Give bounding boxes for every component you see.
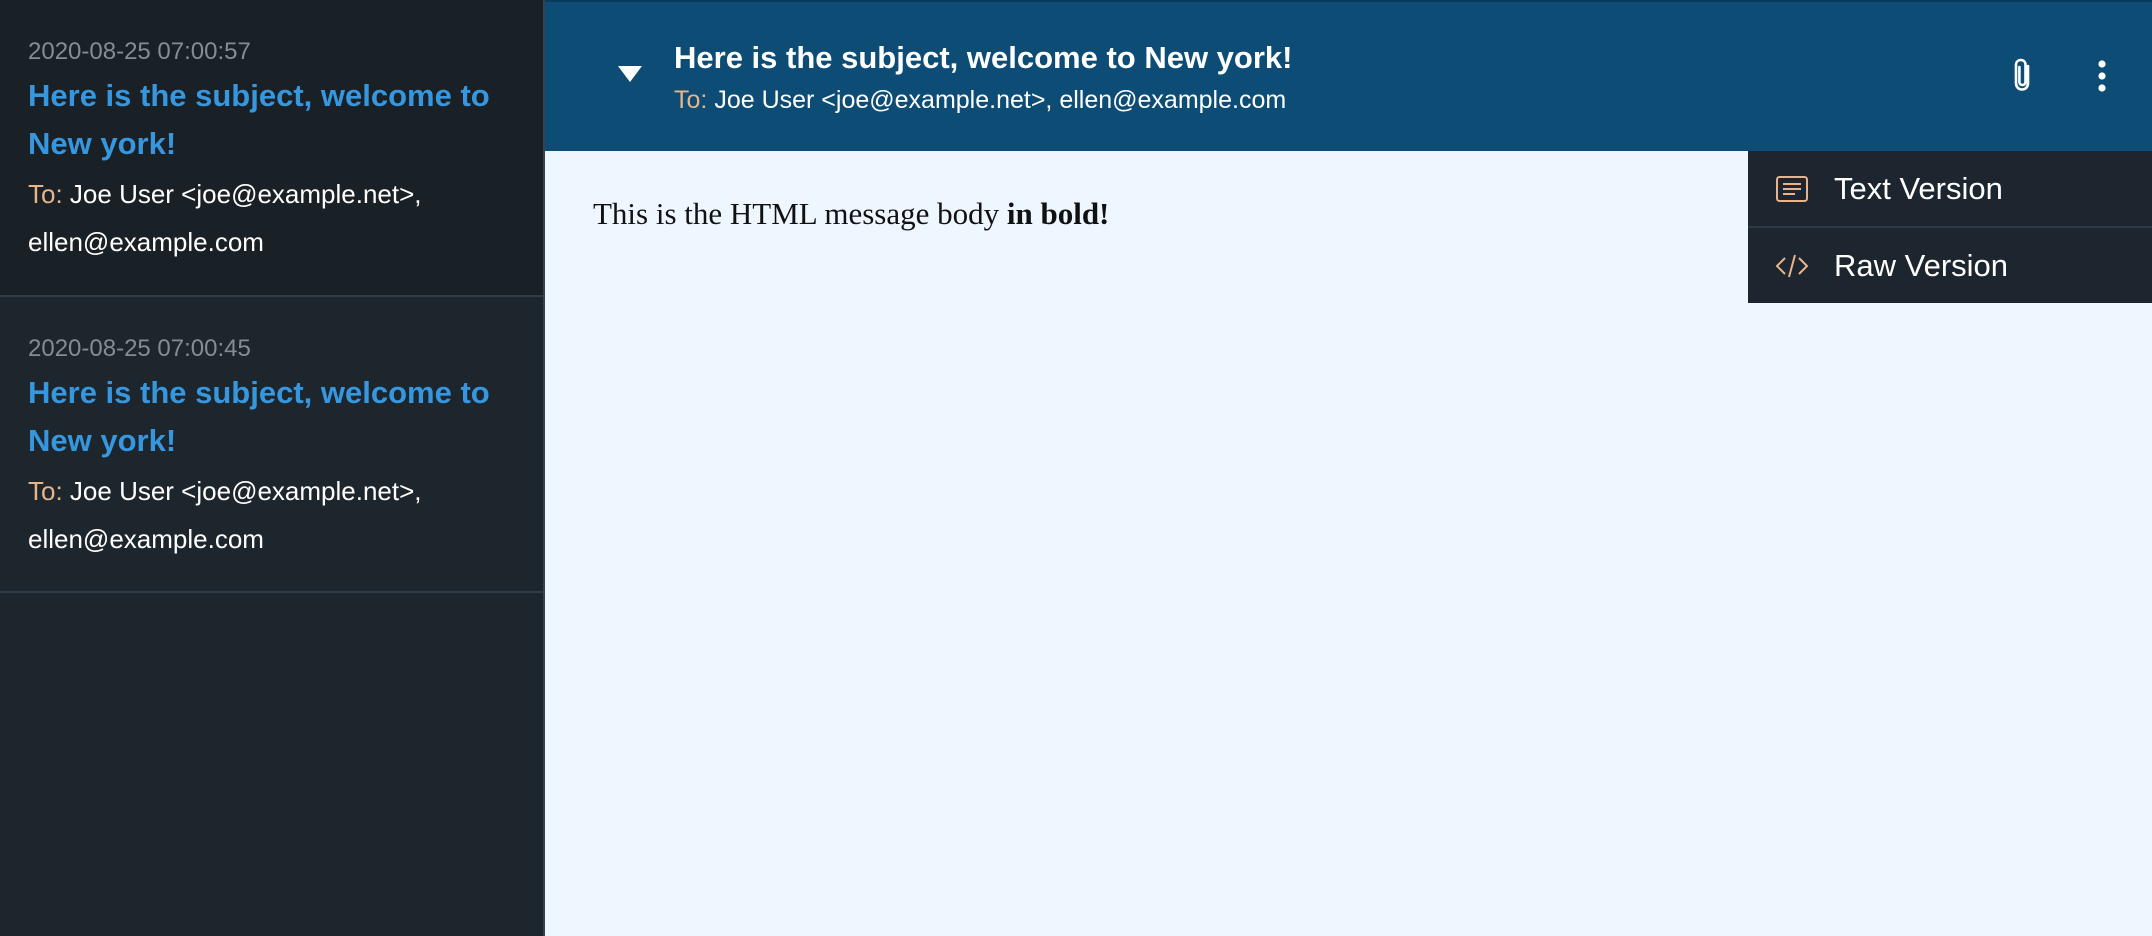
triangle-down-icon[interactable] — [617, 64, 643, 84]
message-header: Here is the subject, welcome to New york… — [545, 0, 2152, 151]
vertical-dots-icon[interactable] — [2090, 58, 2114, 94]
recipient-list: Joe User <joe@example.net>, ellen@exampl… — [28, 179, 422, 257]
to-label: To: — [674, 86, 708, 114]
mail-app: 2020-08-25 07:00:57 Here is the subject,… — [0, 0, 2152, 936]
body-text: This is the HTML message body — [593, 196, 1000, 231]
to-label: To: — [28, 179, 63, 209]
menu-item-text-version[interactable]: Text Version — [1748, 151, 2152, 226]
message-body: This is the HTML message body in bold! — [593, 196, 1109, 232]
menu-item-label: Text Version — [1834, 170, 2003, 206]
text-document-icon — [1776, 175, 1808, 202]
header-subject: Here is the subject, welcome to New york… — [674, 40, 1293, 75]
message-recipients: To: Joe User <joe@example.net>, ellen@ex… — [28, 170, 515, 266]
to-label: To: — [28, 476, 63, 506]
message-list: 2020-08-25 07:00:57 Here is the subject,… — [0, 0, 545, 936]
message-date: 2020-08-25 07:00:57 — [28, 38, 251, 65]
message-date: 2020-08-25 07:00:45 — [28, 335, 251, 362]
menu-item-raw-version[interactable]: Raw Version — [1748, 226, 2152, 303]
menu-item-label: Raw Version — [1834, 247, 2009, 283]
body-bold-text: in bold! — [1006, 196, 1110, 231]
message-view: Here is the subject, welcome to New york… — [545, 0, 2152, 936]
message-subject[interactable]: Here is the subject, welcome to New york… — [28, 369, 515, 465]
code-icon — [1776, 254, 1808, 277]
message-list-item[interactable]: 2020-08-25 07:00:45 Here is the subject,… — [0, 297, 543, 593]
recipient-list: Joe User <joe@example.net>, ellen@exampl… — [28, 476, 422, 554]
message-options-menu: Text Version Raw Version — [1748, 151, 2152, 303]
header-recipients: To: Joe User <joe@example.net>, ellen@ex… — [674, 86, 1286, 115]
message-subject[interactable]: Here is the subject, welcome to New york… — [28, 72, 515, 168]
paperclip-icon[interactable] — [2007, 56, 2041, 94]
recipient-list: Joe User <joe@example.net>, ellen@exampl… — [714, 86, 1287, 114]
message-list-item-selected[interactable]: 2020-08-25 07:00:57 Here is the subject,… — [0, 0, 543, 297]
message-recipients: To: Joe User <joe@example.net>, ellen@ex… — [28, 467, 515, 563]
